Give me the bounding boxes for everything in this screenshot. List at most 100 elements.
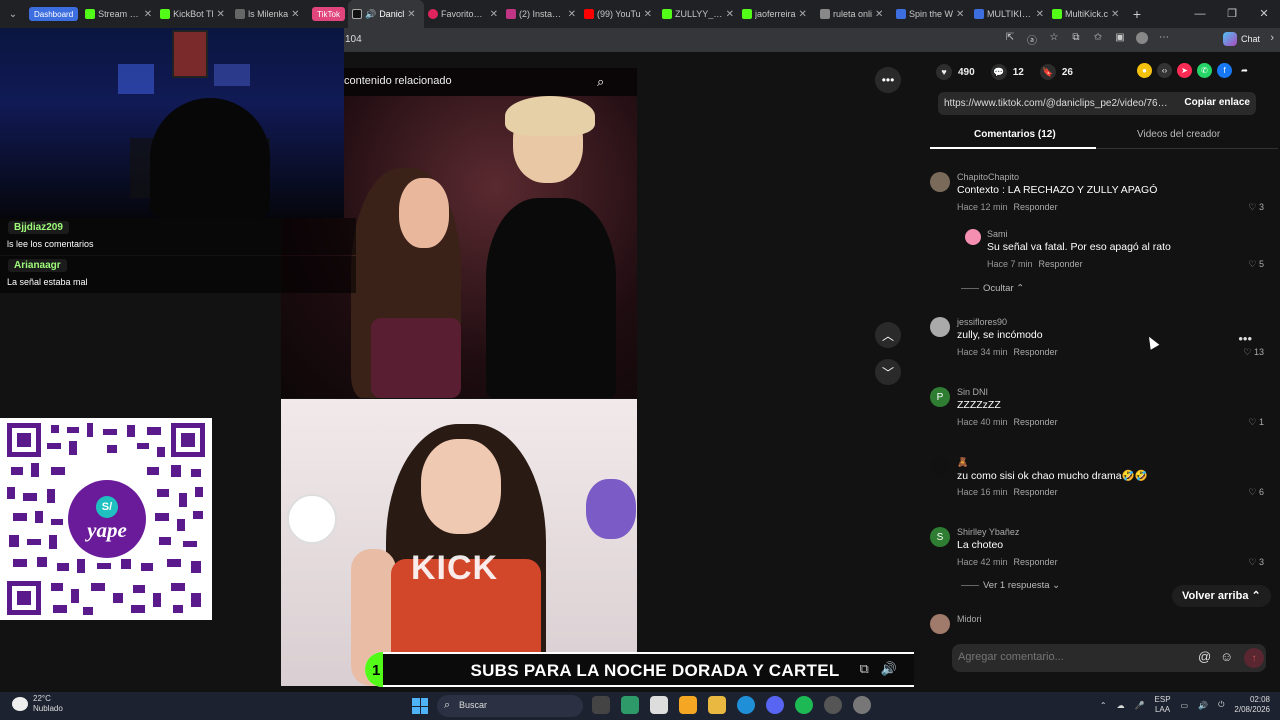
- comment-like-button[interactable]: ♡ 3: [1248, 202, 1264, 213]
- picture-in-picture-icon[interactable]: ⧉: [860, 661, 869, 677]
- tab-comments[interactable]: Comentarios (12): [974, 129, 1056, 140]
- power-icon[interactable]: ⏻: [1218, 700, 1224, 710]
- tab-stream-kick[interactable]: Stream - K ✕: [81, 0, 156, 28]
- close-icon[interactable]: ✕: [144, 9, 152, 20]
- language-indicator[interactable]: ESP LAA: [1155, 695, 1171, 715]
- tray-chevron-icon[interactable]: ⌃: [1100, 701, 1107, 710]
- send-icon[interactable]: ➤: [1177, 63, 1192, 78]
- avatar[interactable]: P: [930, 387, 950, 407]
- translate-icon[interactable]: ⓐ: [1026, 32, 1038, 47]
- onedrive-icon[interactable]: ☁: [1117, 701, 1125, 710]
- reply-button[interactable]: Responder: [1014, 417, 1058, 427]
- comment-like-button[interactable]: ♡ 3: [1248, 557, 1264, 568]
- obs-icon[interactable]: [824, 696, 842, 714]
- maximize-button[interactable]: ❐: [1216, 0, 1248, 28]
- extensions-icon[interactable]: ⧉: [1070, 32, 1082, 46]
- copy-link-button[interactable]: Copiar enlace: [1184, 97, 1250, 108]
- bookmark-star-icon[interactable]: ☆: [1048, 32, 1060, 46]
- comment-button[interactable]: 💬 12: [990, 64, 1024, 80]
- close-icon[interactable]: ✕: [1111, 9, 1119, 20]
- avatar[interactable]: [965, 229, 981, 245]
- close-icon[interactable]: ✕: [1036, 9, 1044, 20]
- minimize-button[interactable]: —: [1184, 0, 1216, 28]
- favorites-icon[interactable]: ✩: [1092, 32, 1104, 46]
- more-icon[interactable]: ⋯: [1158, 32, 1170, 46]
- reply-button[interactable]: Responder: [1014, 557, 1058, 567]
- close-icon[interactable]: ✕: [291, 9, 299, 20]
- open-in-app-icon[interactable]: ⇱: [1004, 32, 1016, 46]
- send-comment-button[interactable]: ↑: [1244, 648, 1264, 668]
- close-icon[interactable]: ✕: [490, 9, 498, 20]
- tab-group-dashboard[interactable]: Dashboard: [29, 7, 79, 21]
- comment-like-button[interactable]: ♡ 5: [1248, 259, 1264, 270]
- video-lower-clip[interactable]: KICK: [281, 399, 637, 686]
- tab-favoritos[interactable]: Favoritos | F ✕: [424, 0, 502, 28]
- new-tab-button[interactable]: +: [1126, 6, 1148, 22]
- close-icon[interactable]: ✕: [726, 9, 734, 20]
- discord-icon[interactable]: [766, 696, 784, 714]
- emoji-icon[interactable]: ☺: [1220, 649, 1233, 664]
- avatar[interactable]: [930, 614, 950, 634]
- reply-button[interactable]: Responder: [1039, 259, 1083, 269]
- view-replies-button[interactable]: Ver 1 respuesta ⌄: [961, 580, 1060, 591]
- comment-input[interactable]: [958, 651, 1188, 663]
- tab-multikick-upper[interactable]: MULTIKICK ✕: [970, 0, 1048, 28]
- tab-instagram[interactable]: (2) Instagra ✕: [502, 0, 580, 28]
- comment-username[interactable]: Midori: [957, 614, 982, 624]
- tab-creator-videos[interactable]: Videos del creador: [1137, 129, 1220, 140]
- profile-avatar[interactable]: [1136, 32, 1148, 44]
- clock[interactable]: 02:08 2/08/2026: [1234, 695, 1270, 715]
- coin-icon[interactable]: ●: [1137, 63, 1152, 78]
- collections-icon[interactable]: ▣: [1114, 32, 1126, 46]
- search-icon[interactable]: ⌕: [597, 74, 604, 90]
- hide-replies-button[interactable]: Ocultar ⌃: [961, 283, 1024, 294]
- tab-danicl-active[interactable]: 🔊 Danicl ✕: [347, 0, 424, 28]
- save-button[interactable]: 🔖 26: [1039, 64, 1073, 80]
- avatar[interactable]: [930, 317, 950, 337]
- comment-like-button[interactable]: ♡ 1: [1248, 417, 1264, 428]
- embed-icon[interactable]: ‹›: [1157, 63, 1172, 78]
- tab-multikick[interactable]: MultiKick.c ✕: [1048, 0, 1126, 28]
- close-icon[interactable]: ✕: [875, 9, 883, 20]
- volume-icon[interactable]: 🔊: [881, 661, 897, 677]
- tab-zullyy[interactable]: ZULLYY_CS ✕: [658, 0, 738, 28]
- facebook-icon[interactable]: f: [1217, 63, 1232, 78]
- avatar[interactable]: [930, 172, 950, 192]
- file-explorer-icon[interactable]: [708, 696, 726, 714]
- reply-button[interactable]: Responder: [1014, 202, 1058, 212]
- more-options-icon[interactable]: •••: [875, 67, 901, 93]
- tab-kickbot[interactable]: KickBot Tl ✕: [156, 0, 231, 28]
- comment-more-icon[interactable]: •••: [1238, 331, 1252, 346]
- url-text[interactable]: 104: [345, 34, 362, 45]
- close-icon[interactable]: ✕: [644, 9, 652, 20]
- whatsapp-icon[interactable]: ✆: [1197, 63, 1212, 78]
- comment-username[interactable]: ChapitoChapito: [957, 172, 1019, 182]
- share-arrow-icon[interactable]: ➦: [1237, 63, 1252, 78]
- avatar[interactable]: S: [930, 527, 950, 547]
- comment-username[interactable]: Sami: [987, 229, 1008, 239]
- comment-username[interactable]: Shirlley Ybañez: [957, 527, 1019, 537]
- close-icon[interactable]: ✕: [407, 9, 415, 20]
- task-view-icon[interactable]: [592, 696, 610, 714]
- comment-like-button[interactable]: ♡ 13: [1243, 347, 1264, 358]
- mention-icon[interactable]: @: [1198, 649, 1211, 664]
- tab-search-icon[interactable]: ⌄: [0, 0, 26, 28]
- reply-button[interactable]: Responder: [1014, 487, 1058, 497]
- close-icon[interactable]: ✕: [956, 9, 964, 20]
- notes-app-icon[interactable]: [621, 696, 639, 714]
- windows-start-button[interactable]: [412, 698, 428, 714]
- taskbar-search[interactable]: ⌕ Buscar: [437, 695, 583, 717]
- spotify-icon[interactable]: [795, 696, 813, 714]
- tab-jaoferreira[interactable]: jaoferreira ✕: [738, 0, 816, 28]
- weather-widget[interactable]: 22°C Nublado: [12, 694, 63, 714]
- sidebar-chevron-icon[interactable]: ›: [1270, 32, 1274, 44]
- microphone-icon[interactable]: 🎤: [1135, 701, 1145, 710]
- share-link-url[interactable]: https://www.tiktok.com/@daniclips_pe2/vi…: [944, 98, 1170, 109]
- comment-username[interactable]: 🧸: [957, 457, 968, 468]
- tab-ruleta[interactable]: ruleta onli ✕: [816, 0, 892, 28]
- close-icon[interactable]: ✕: [568, 9, 576, 20]
- app-icon[interactable]: [853, 696, 871, 714]
- tab-youtube[interactable]: (99) YouTu ✕: [580, 0, 658, 28]
- close-icon[interactable]: ✕: [799, 9, 807, 20]
- previous-video-chevron-up-icon[interactable]: ︿: [875, 322, 901, 348]
